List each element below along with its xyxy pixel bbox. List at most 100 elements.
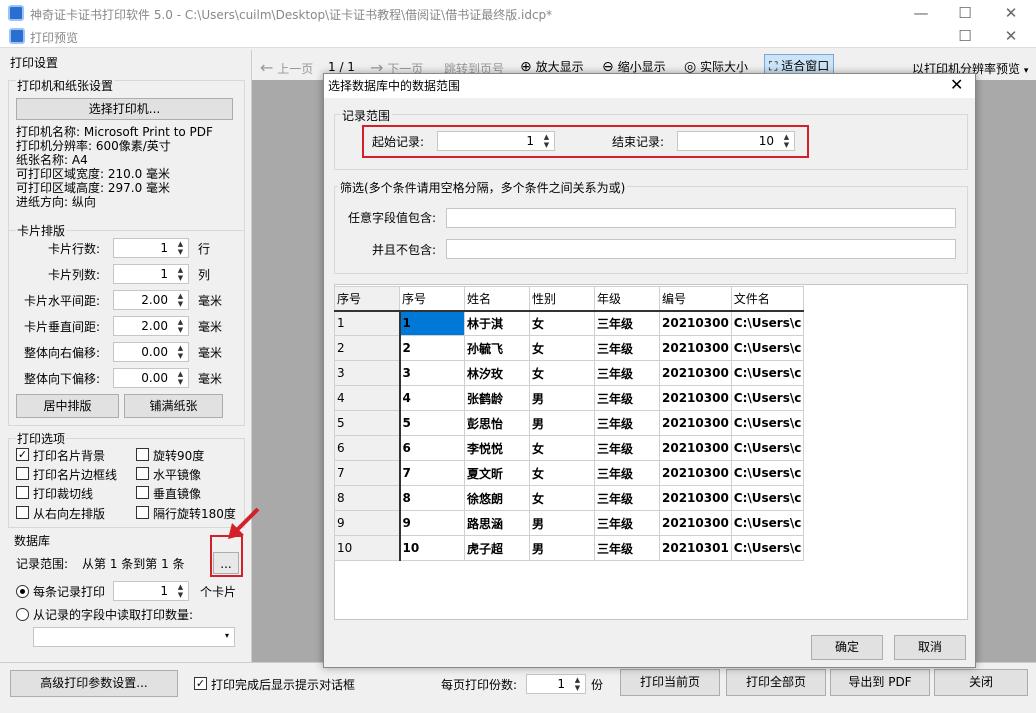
contains-input[interactable] (446, 208, 956, 228)
table-cell[interactable]: 20210300 (659, 310, 732, 336)
col-header[interactable]: 年级 (594, 286, 660, 312)
field-count-dropdown[interactable]: ▾ (33, 627, 235, 647)
table-cell[interactable]: 男 (529, 385, 595, 411)
rtl-layout-checkbox[interactable] (16, 506, 29, 519)
table-cell[interactable]: C:\Users\c (730, 460, 805, 486)
table-cell[interactable]: 三年级 (594, 435, 660, 461)
table-row[interactable]: 6 6 李悦悦女三年级 20210300 C:\Users\c (334, 435, 805, 461)
table-cell[interactable]: 20210301 (659, 535, 732, 561)
table-cell[interactable]: 男 (529, 535, 595, 561)
table-cell[interactable]: C:\Users\c (730, 335, 805, 361)
table-cell[interactable]: 7 (399, 460, 465, 486)
card-rows-spinner[interactable]: 1 ▲ ▼ (113, 238, 189, 258)
row-header-cell[interactable]: 1 (334, 310, 401, 336)
table-cell[interactable]: C:\Users\c (730, 410, 805, 436)
table-row[interactable]: 9 9 路思涵男三年级 20210300 C:\Users\c (334, 510, 805, 536)
table-row[interactable]: 1 1 林于淇女三年级 20210300 C:\Users\c (334, 310, 805, 336)
col-header[interactable]: 编号 (659, 286, 732, 312)
table-cell[interactable]: C:\Users\c (730, 435, 805, 461)
table-cell[interactable]: 20210300 (659, 460, 732, 486)
table-cell[interactable]: 三年级 (594, 410, 660, 436)
table-cell[interactable]: C:\Users\c (730, 360, 805, 386)
table-cell[interactable]: 20210300 (659, 485, 732, 511)
table-cell[interactable]: 20210300 (659, 435, 732, 461)
center-layout-button[interactable]: 居中排版 (16, 394, 119, 418)
field-count-radio[interactable] (16, 608, 29, 621)
table-row[interactable]: 3 3 林汐玫女三年级 20210300 C:\Users\c (334, 360, 805, 386)
table-cell[interactable]: 男 (529, 510, 595, 536)
show-dialog-checkbox[interactable]: ✓ (194, 677, 207, 690)
table-cell[interactable]: 三年级 (594, 360, 660, 386)
spinner-arrows-icon[interactable]: ▲ ▼ (175, 344, 186, 360)
col-header[interactable]: 序号 (399, 286, 465, 312)
spinner-arrows-icon[interactable]: ▲ ▼ (572, 676, 583, 692)
table-cell[interactable]: 夏文昕 (464, 460, 530, 486)
table-cell[interactable]: C:\Users\c (730, 310, 805, 336)
table-cell[interactable]: C:\Users\c (730, 510, 805, 536)
table-cell[interactable]: 张鹤龄 (464, 385, 530, 411)
table-cell[interactable]: 三年级 (594, 460, 660, 486)
not-contains-input[interactable] (446, 239, 956, 259)
col-header[interactable]: 文件名 (730, 286, 805, 312)
v-mirror-checkbox[interactable] (136, 486, 149, 499)
cancel-button[interactable]: 取消 (894, 635, 966, 660)
h-mirror-checkbox[interactable] (136, 467, 149, 480)
offset-right-spinner[interactable]: 0.00 ▲ ▼ (113, 342, 189, 362)
table-row[interactable]: 7 7 夏文昕女三年级 20210300 C:\Users\c (334, 460, 805, 486)
table-cell[interactable]: 孙毓飞 (464, 335, 530, 361)
spinner-arrows-icon[interactable]: ▲ ▼ (175, 266, 186, 282)
h-spacing-spinner[interactable]: 2.00 ▲ ▼ (113, 290, 189, 310)
each-record-spinner[interactable]: 1 ▲ ▼ (113, 581, 189, 601)
table-cell[interactable]: 8 (399, 485, 465, 511)
print-all-button[interactable]: 打印全部页 (726, 669, 826, 696)
table-cell[interactable]: 2 (399, 335, 465, 361)
export-pdf-button[interactable]: 导出到 PDF (830, 669, 930, 696)
maximize-icon[interactable]: ☐ (950, 3, 980, 23)
dialog-close-icon[interactable]: ✕ (950, 75, 963, 94)
row-header-cell[interactable]: 5 (334, 410, 401, 436)
table-cell[interactable]: 3 (399, 360, 465, 386)
table-cell[interactable]: 三年级 (594, 535, 660, 561)
table-cell[interactable]: 20210300 (659, 335, 732, 361)
rotate-90-checkbox[interactable] (136, 448, 149, 461)
table-cell[interactable]: 女 (529, 485, 595, 511)
table-cell[interactable]: 林于淇 (464, 310, 530, 336)
table-cell[interactable]: 虎子超 (464, 535, 530, 561)
table-cell[interactable]: 20210300 (659, 510, 732, 536)
advanced-settings-button[interactable]: 高级打印参数设置... (10, 670, 178, 697)
preview-maximize-icon[interactable]: ☐ (950, 26, 980, 46)
spinner-arrows-icon[interactable]: ▲ ▼ (175, 583, 186, 599)
row-header-cell[interactable]: 8 (334, 485, 401, 511)
col-header[interactable]: 序号 (334, 286, 400, 312)
card-cols-spinner[interactable]: 1 ▲ ▼ (113, 264, 189, 284)
table-cell[interactable]: 路思涵 (464, 510, 530, 536)
spinner-arrows-icon[interactable]: ▲ ▼ (175, 370, 186, 386)
table-cell[interactable]: 李悦悦 (464, 435, 530, 461)
spinner-arrows-icon[interactable]: ▲ ▼ (541, 133, 552, 149)
start-record-spinner[interactable]: 1 ▲ ▼ (437, 131, 555, 151)
table-cell[interactable]: 4 (399, 385, 465, 411)
each-record-radio[interactable] (16, 585, 29, 598)
print-background-checkbox[interactable]: ✓ (16, 448, 29, 461)
copies-spinner[interactable]: 1 ▲ ▼ (526, 674, 586, 694)
table-cell[interactable]: 女 (529, 310, 595, 336)
table-row[interactable]: 5 5 彭思怡男三年级 20210300 C:\Users\c (334, 410, 805, 436)
print-border-checkbox[interactable] (16, 467, 29, 480)
table-cell[interactable]: 20210300 (659, 360, 732, 386)
table-cell[interactable]: 6 (399, 435, 465, 461)
table-row[interactable]: 10 10 虎子超男三年级 20210301 C:\Users\c (334, 535, 805, 561)
col-header[interactable]: 性别 (529, 286, 595, 312)
table-cell[interactable]: C:\Users\c (730, 385, 805, 411)
close-button[interactable]: 关闭 (934, 669, 1028, 696)
close-icon[interactable]: ✕ (996, 3, 1026, 23)
row-header-cell[interactable]: 10 (334, 535, 401, 561)
offset-down-spinner[interactable]: 0.00 ▲ ▼ (113, 368, 189, 388)
table-cell[interactable]: 20210300 (659, 410, 732, 436)
alt-rotate-checkbox[interactable] (136, 506, 149, 519)
table-cell[interactable]: 5 (399, 410, 465, 436)
print-cutline-checkbox[interactable] (16, 486, 29, 499)
end-record-spinner[interactable]: 10 ▲ ▼ (677, 131, 795, 151)
table-cell[interactable]: C:\Users\c (730, 485, 805, 511)
spinner-arrows-icon[interactable]: ▲ ▼ (175, 240, 186, 256)
fill-paper-button[interactable]: 铺满纸张 (124, 394, 223, 418)
